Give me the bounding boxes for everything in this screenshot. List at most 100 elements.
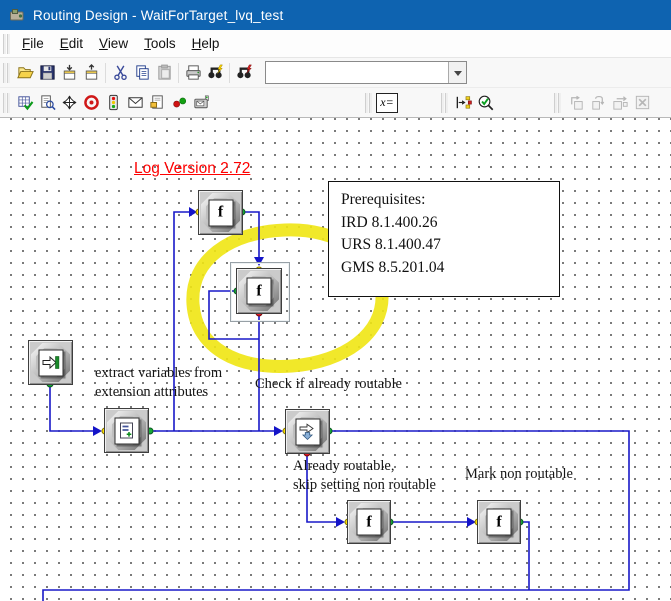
function-glyph: f <box>256 282 262 299</box>
prerequisites-line: Prerequisites: <box>341 191 426 208</box>
box-arrow-up-icon-disabled <box>570 95 583 110</box>
menu-edit[interactable]: Edit <box>52 32 91 55</box>
annotation-already-routable[interactable]: Already routable, skip setting non routa… <box>293 457 436 495</box>
envelope-icon <box>127 97 143 108</box>
menu-help[interactable]: Help <box>184 32 228 55</box>
annotation-mark-non-routable[interactable]: Mark non routable <box>465 465 573 484</box>
paste-clipboard-icon-disabled <box>157 64 171 80</box>
combobox-dropdown-button[interactable] <box>448 62 466 83</box>
main-toolbar <box>0 58 671 88</box>
app-window: Routing Design - WaitForTarget_lvq_test … <box>0 0 671 601</box>
device-mail-icon <box>193 95 209 109</box>
toolbar-grip[interactable] <box>365 92 372 113</box>
diamond-arrows-icon <box>61 95 77 110</box>
page-note-icon <box>149 95 163 109</box>
traffic-light-icon <box>108 94 118 111</box>
toolbar-grip[interactable] <box>3 62 10 83</box>
copy-button[interactable] <box>131 61 153 85</box>
notes-button[interactable] <box>146 91 168 115</box>
annotation-check-routable[interactable]: Check if already routable <box>255 375 402 394</box>
cut-scissors-icon <box>113 65 127 81</box>
flow-check-icon <box>456 96 472 109</box>
check-out-icon <box>85 63 97 80</box>
entry-block[interactable] <box>28 340 73 385</box>
menu-tools[interactable]: Tools <box>136 32 184 55</box>
log-version-label[interactable]: Log Version 2.72 <box>134 160 250 178</box>
check-out-button[interactable] <box>80 61 102 85</box>
branch-block-check-routable[interactable] <box>285 409 330 454</box>
zoom-verify-button[interactable] <box>474 91 496 115</box>
page-magnifier-icon <box>40 95 56 111</box>
disabled-tool-2-button[interactable] <box>587 91 609 115</box>
function-glyph: f <box>496 513 502 530</box>
connection-status-button[interactable] <box>168 91 190 115</box>
save-button[interactable] <box>36 61 58 85</box>
prerequisites-line: IRD 8.1.400.26 <box>341 213 438 231</box>
variables-button[interactable]: x= <box>376 92 398 113</box>
validate-button[interactable] <box>14 91 36 115</box>
search-input[interactable] <box>266 62 448 83</box>
tools-toolbar: x= <box>0 88 671 118</box>
monitor-button[interactable] <box>102 91 124 115</box>
connection-start-to-assign[interactable] <box>49 386 93 432</box>
navigate-button[interactable] <box>58 91 80 115</box>
open-button[interactable] <box>14 61 36 85</box>
entry-arrow-icon <box>42 355 60 370</box>
find-button[interactable] <box>204 61 226 85</box>
disabled-tool-3-button[interactable] <box>609 91 631 115</box>
print-button[interactable] <box>182 61 204 85</box>
toolbar-separator <box>105 62 106 83</box>
toolbar-grip[interactable] <box>3 92 10 113</box>
printer-icon <box>185 65 201 80</box>
function-block-mark-non-routable[interactable]: f <box>477 500 521 544</box>
disabled-tool-1-button[interactable] <box>565 91 587 115</box>
function-glyph: f <box>217 203 224 221</box>
design-canvas[interactable]: Log Version 2.72 Prerequisites: IRD 8.1.… <box>0 118 671 601</box>
box-arrow-loop-icon-disabled <box>591 95 604 110</box>
prerequisites-line: URS 8.1.400.47 <box>341 236 441 253</box>
send-message-button[interactable] <box>124 91 146 115</box>
binoculars-search-icon <box>207 64 223 79</box>
menu-bar: File Edit View Tools Help <box>0 30 671 58</box>
save-floppy-icon <box>39 65 55 80</box>
call-device-button[interactable] <box>190 91 212 115</box>
prerequisites-box[interactable]: Prerequisites: IRD 8.1.400.26 URS 8.1.40… <box>328 181 560 297</box>
check-in-button[interactable] <box>58 61 80 85</box>
multi-assign-icon <box>120 422 133 439</box>
app-icon <box>9 7 25 23</box>
breakpoint-button[interactable] <box>80 91 102 115</box>
preview-button[interactable] <box>36 91 58 115</box>
search-combobox <box>265 61 467 84</box>
function-block-top[interactable]: f <box>198 190 243 235</box>
menu-file[interactable]: File <box>14 32 52 55</box>
function-block-skip[interactable]: f <box>347 500 391 544</box>
menu-view[interactable]: View <box>91 32 136 55</box>
box-arrow-out-icon-disabled <box>612 96 628 110</box>
target-icon <box>83 95 99 110</box>
check-in-icon <box>63 64 75 80</box>
prerequisites-line: GMS 8.5.201.04 <box>341 258 445 276</box>
delete-x-icon-disabled <box>635 95 649 110</box>
toolbar-separator <box>178 62 179 83</box>
annotation-extract-variables[interactable]: extract variables from extension attribu… <box>95 364 222 402</box>
disabled-delete-button[interactable] <box>631 91 653 115</box>
find-in-flows-button[interactable] <box>233 61 255 85</box>
toolbar-grip[interactable] <box>441 92 448 113</box>
function-block-highlighted[interactable]: f <box>236 268 282 314</box>
red-green-dots-icon <box>172 97 186 108</box>
multi-assign-block[interactable] <box>104 408 149 453</box>
magnifier-check-icon <box>478 95 493 111</box>
open-folder-icon <box>16 67 34 79</box>
title-bar[interactable]: Routing Design - WaitForTarget_lvq_test <box>0 0 671 30</box>
function-glyph: f <box>366 513 372 530</box>
window-title: Routing Design - WaitForTarget_lvq_test <box>33 7 284 23</box>
binoculars-filter-icon <box>236 64 252 79</box>
grid-check-icon <box>17 96 33 111</box>
toolbar-grip[interactable] <box>554 92 561 113</box>
cut-button[interactable] <box>109 61 131 85</box>
flow-check-button[interactable] <box>452 91 474 115</box>
branch-arrows-icon <box>299 423 314 441</box>
paste-button[interactable] <box>153 61 175 85</box>
connection-f2-out[interactable] <box>521 521 530 590</box>
menubar-grip[interactable] <box>3 33 10 54</box>
